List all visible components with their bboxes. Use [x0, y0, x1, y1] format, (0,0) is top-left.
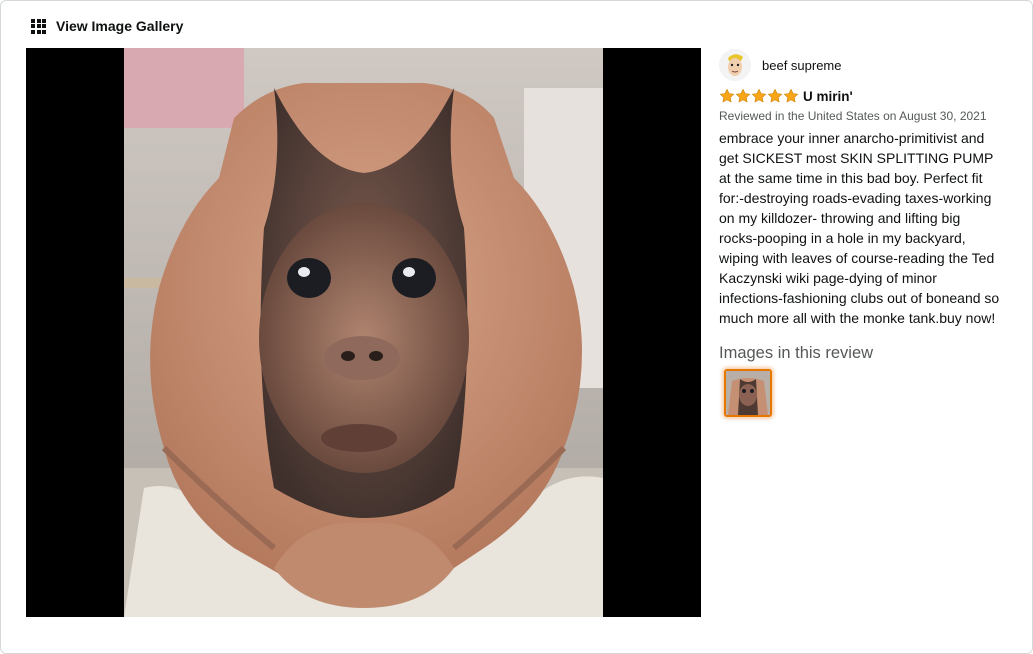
- star-icon: [735, 88, 751, 103]
- review-image-modal: View Image Gallery beef supreme U mirin'…: [0, 0, 1033, 654]
- photo-illustration: [124, 48, 603, 617]
- review-panel: beef supreme U mirin' Reviewed in the Un…: [719, 49, 1004, 417]
- view-image-gallery-link[interactable]: View Image Gallery: [31, 18, 183, 34]
- reviewer-name: beef supreme: [762, 57, 842, 73]
- cartoon-avatar-icon: [719, 49, 751, 81]
- review-body: embrace your inner anarcho-primitivist a…: [719, 130, 1000, 326]
- gallery-link-label: View Image Gallery: [56, 18, 184, 34]
- grid-icon: [31, 18, 46, 34]
- star-rating[interactable]: [719, 88, 799, 104]
- review-title-row: U mirin': [719, 86, 1004, 106]
- review-title[interactable]: U mirin': [803, 89, 853, 104]
- star-icon: [767, 88, 783, 103]
- star-icon: [719, 88, 735, 103]
- image-viewer: [26, 48, 701, 617]
- review-photo[interactable]: [124, 48, 603, 617]
- reviewer-profile[interactable]: beef supreme: [719, 49, 1004, 81]
- star-icon: [751, 88, 767, 103]
- review-date: Reviewed in the United States on August …: [719, 109, 987, 123]
- review-image-thumbnail[interactable]: [724, 369, 772, 417]
- images-heading: Images in this review: [719, 344, 874, 362]
- star-icon: [783, 88, 799, 103]
